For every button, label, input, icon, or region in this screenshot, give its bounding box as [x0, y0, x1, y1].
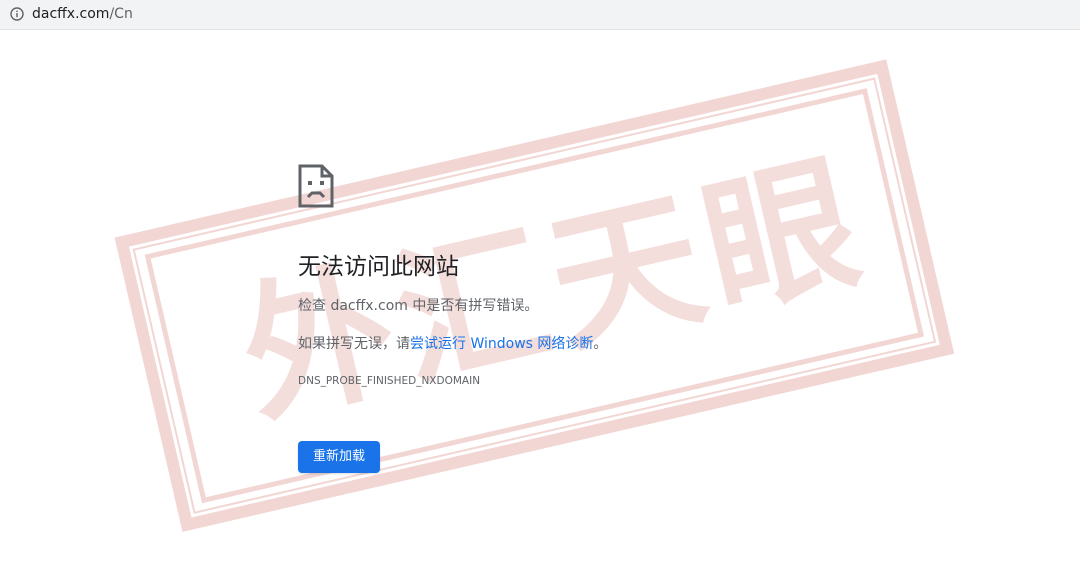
browser-page: dacffx.com/Cn 外汇天眼 无法访问此网站 检查 dacffx.com…	[0, 0, 1080, 575]
watermark-stamp: 外汇天眼	[114, 59, 955, 532]
address-bar[interactable]: dacffx.com/Cn	[0, 0, 1080, 30]
error-suggestion-spelling: 检查 dacffx.com 中是否有拼写错误。	[298, 298, 539, 314]
error-title: 无法访问此网站	[298, 254, 459, 280]
error-suggestion-diagnostics: 如果拼写无误，请尝试运行 Windows 网络诊断。	[298, 334, 607, 354]
diagnostics-link[interactable]: 尝试运行 Windows 网络诊断	[410, 336, 593, 352]
sad-page-icon	[298, 164, 334, 208]
info-icon[interactable]	[10, 7, 24, 21]
url-text[interactable]: dacffx.com/Cn	[32, 5, 133, 23]
diagnostics-suffix: 。	[593, 336, 608, 352]
diagnostics-prefix: 如果拼写无误，请	[298, 336, 410, 352]
reload-button[interactable]: 重新加载	[298, 441, 381, 473]
url-domain: dacffx.com	[32, 6, 110, 22]
url-path: /Cn	[109, 6, 133, 22]
error-code: DNS_PROBE_FINISHED_NXDOMAIN	[298, 375, 481, 387]
